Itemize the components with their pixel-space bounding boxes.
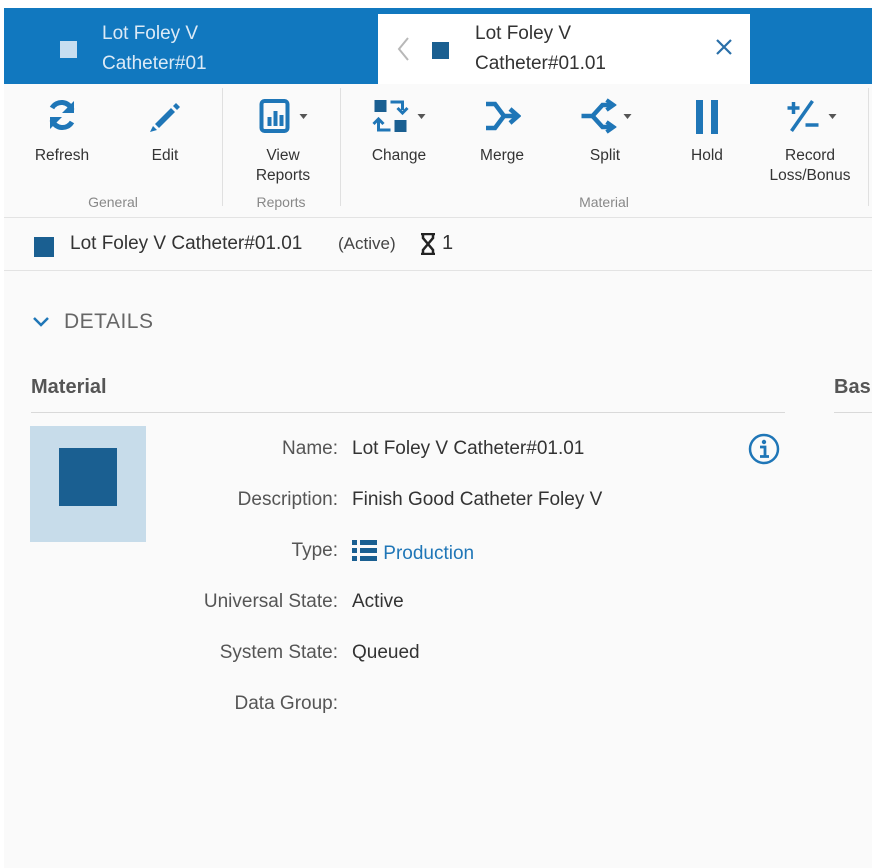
type-link[interactable]: Production [383,543,474,564]
view-reports-label-line1: View [266,147,300,164]
field-system-state: System State: Queued [4,642,784,672]
record-label-line1: Record [785,147,835,164]
field-label: Universal State: [203,591,338,612]
refresh-button[interactable]: Refresh [26,84,98,192]
tab-title: Lot Foley V Catheter#01.01 [475,19,606,79]
split-label: Split [589,147,621,164]
field-value: Active [352,591,404,612]
entity-header: Lot Foley V Catheter#01.01 (Active) 1 [4,219,872,271]
list-icon [352,540,377,561]
view-reports-label-line2: Reports [255,167,311,184]
section-divider [31,412,785,413]
split-button[interactable]: Split [566,84,644,192]
tab-title-line1: Lot Foley V [102,23,199,44]
hourglass-icon [421,233,435,255]
view-reports-button[interactable]: View Reports [242,84,324,192]
app-frame: Lot Foley V Catheter#01 Lot Foley V Cath… [4,8,872,868]
field-universal-state: Universal State: Active [4,591,784,621]
chevron-left-icon[interactable] [396,36,410,62]
tab-lot-foley-v-catheter-01-01[interactable]: Lot Foley V Catheter#01.01 [378,14,750,84]
field-label: Type: [291,540,338,561]
tab-title-line1: Lot Foley V [475,23,572,44]
record-loss-bonus-button[interactable]: Record Loss/Bonus [766,84,854,192]
entity-state: (Active) [338,234,396,253]
section-title-material: Material [31,376,107,398]
field-type: Type: Production [4,540,784,570]
field-label: Description: [237,489,338,510]
field-data-group: Data Group: [4,693,784,723]
change-button[interactable]: Change [360,84,438,192]
field-label: Data Group: [234,693,339,714]
refresh-label: Refresh [34,147,90,164]
field-value: Finish Good Catheter Foley V [352,489,603,510]
field-description: Description: Finish Good Catheter Foley … [4,489,784,519]
material-icon [432,42,449,59]
pause-icon [693,98,721,144]
field-label: System State: [219,642,338,663]
group-label-reports: Reports [256,194,306,210]
pencil-icon [147,98,183,144]
chevron-down-icon [33,317,49,327]
refresh-icon [45,98,79,144]
merge-button[interactable]: Merge [468,84,536,192]
close-icon[interactable] [713,36,735,58]
split-icon [579,98,632,144]
plus-minus-icon [784,98,837,144]
change-label: Change [371,147,427,164]
ribbon-divider [222,88,223,206]
material-icon [60,41,77,58]
hold-count: 1 [442,232,454,254]
group-label-general: General [88,194,138,210]
chevron-down-icon [299,114,308,119]
ribbon-divider [868,88,869,206]
view-reports-label: View Reports [242,146,324,186]
group-label-material: Material [579,194,629,210]
tab-bar: Lot Foley V Catheter#01 Lot Foley V Cath… [4,8,872,84]
change-icon [372,98,426,144]
hold-button[interactable]: Hold [674,84,740,192]
material-icon [34,237,54,257]
chevron-down-icon [623,114,632,119]
ribbon-divider [340,88,341,206]
tab-lot-foley-v-catheter-01[interactable]: Lot Foley V Catheter#01 [4,8,378,84]
tab-title-line2: Catheter#01 [102,53,207,74]
details-label: DETAILS [64,310,154,333]
merge-icon [483,98,521,144]
report-chart-icon [259,98,308,144]
tab-title: Lot Foley V Catheter#01 [102,19,207,79]
record-label-line2: Loss/Bonus [769,167,851,184]
field-value: Queued [352,642,420,663]
chevron-down-icon [417,114,426,119]
hold-label: Hold [691,147,723,164]
type-value: Production [352,540,474,565]
details-toggle[interactable]: DETAILS [32,310,153,334]
field-value: Lot Foley V Catheter#01.01 [352,438,585,459]
edit-label: Edit [151,147,179,164]
merge-label: Merge [480,147,524,164]
section-title-right: Bas [834,376,871,398]
ribbon-toolbar: Refresh Edit View Reports Change Merge S… [4,84,872,218]
entity-name: Lot Foley V Catheter#01.01 [70,233,303,254]
chevron-down-icon [828,114,837,119]
section-divider [834,412,872,413]
record-loss-bonus-label: Record Loss/Bonus [766,146,854,186]
field-name: Name: Lot Foley V Catheter#01.01 [4,438,784,468]
tab-title-line2: Catheter#01.01 [475,53,606,74]
field-label: Name: [282,438,338,459]
edit-button[interactable]: Edit [130,84,200,192]
